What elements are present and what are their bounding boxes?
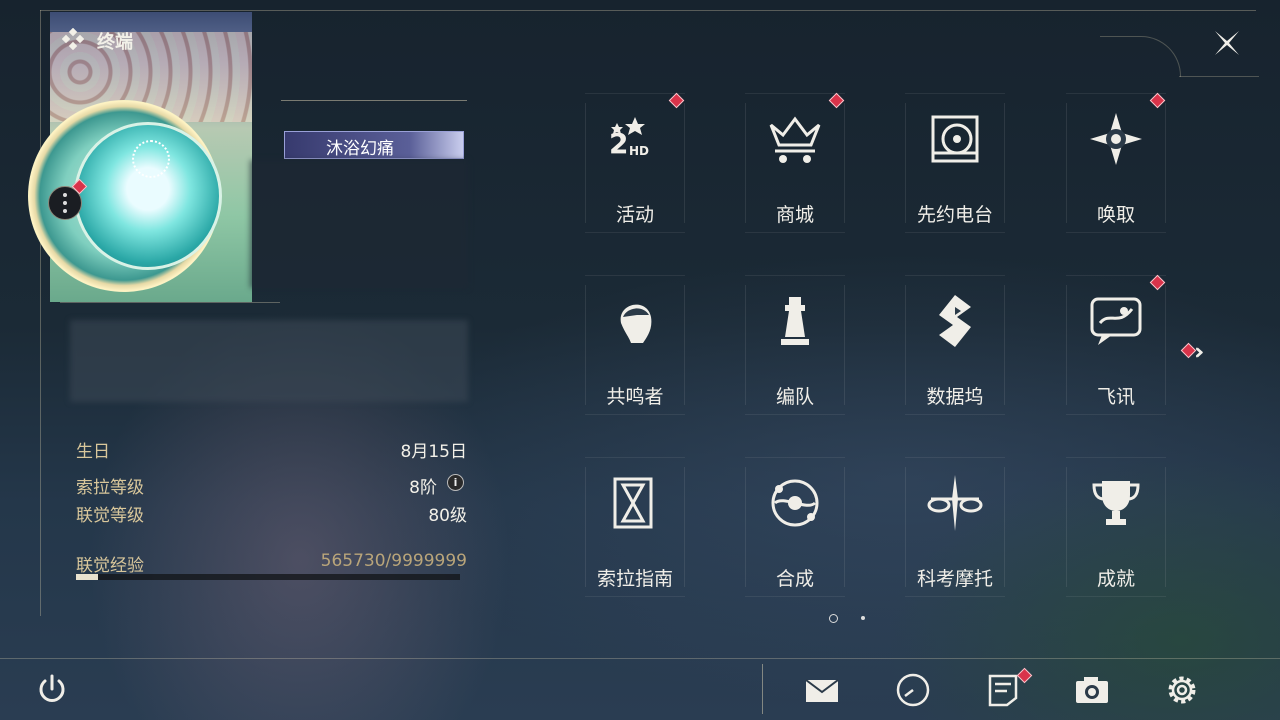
menu-tile-6[interactable]: 数据坞 — [905, 275, 1005, 415]
frame-left-line — [40, 10, 41, 616]
menu-tile-label: 商城 — [775, 204, 814, 226]
menu-tile-label: 索拉指南 — [596, 568, 673, 590]
blurred-area — [250, 160, 468, 288]
menu-tile-label: 唤取 — [1096, 204, 1135, 226]
menu-tile-5[interactable]: 编队 — [745, 275, 845, 415]
profile-divider — [60, 302, 280, 303]
red-dot-badge — [668, 92, 685, 109]
player-name: 沐浴幻痛 — [326, 139, 394, 159]
union-exp-value: 565730/9999999 — [320, 551, 467, 571]
menu-tile-11[interactable]: 成就 — [1066, 457, 1166, 597]
clock-icon[interactable] — [895, 672, 931, 708]
resonator-head-icon — [620, 304, 652, 343]
databank-icon — [939, 295, 971, 347]
frame-top-line — [40, 10, 1256, 11]
trophy-icon — [1092, 481, 1140, 525]
shop-crown-cart-icon — [769, 116, 821, 163]
bottom-divider — [0, 658, 1280, 659]
menu-tile-label: 编队 — [775, 386, 814, 408]
menu-tile-label: 先约电台 — [916, 204, 993, 226]
red-dot-badge — [1149, 274, 1166, 291]
menu-tile-label: 数据坞 — [926, 386, 984, 408]
team-chess-icon — [781, 297, 809, 345]
page-title: 终端 — [97, 32, 133, 53]
camera-icon[interactable] — [1074, 672, 1110, 708]
birthday-value: 8月15日 — [400, 442, 467, 462]
menu-tile-label: 共鸣者 — [606, 386, 664, 408]
menu-tile-9[interactable]: 合成 — [745, 457, 845, 597]
menu-tile-label: 合成 — [775, 568, 814, 590]
sola-level-label: 索拉等级 — [76, 478, 144, 498]
blurred-signature — [70, 320, 468, 402]
union-level-label: 联觉等级 — [76, 506, 144, 526]
menu-tile-1[interactable]: 商城 — [745, 92, 845, 233]
menu-tile-label: 活动 — [615, 204, 654, 226]
pager-dot-1[interactable] — [829, 614, 838, 623]
notice-icon[interactable] — [985, 672, 1021, 708]
union-exp-label: 联觉经验 — [76, 556, 144, 576]
motorbike-icon — [927, 475, 983, 531]
svg-text:HD: HD — [629, 144, 649, 158]
union-level-value: 80级 — [428, 506, 467, 526]
next-page-arrow-icon[interactable]: ››› — [1194, 340, 1206, 365]
frame-curve — [1100, 36, 1181, 77]
birthday-label: 生日 — [76, 442, 110, 462]
close-icon[interactable] — [1212, 28, 1242, 58]
convene-compass-icon — [1090, 113, 1142, 165]
menu-tile-4[interactable]: 共鸣者 — [585, 275, 685, 415]
menu-tile-label: 成就 — [1096, 568, 1135, 590]
menu-tile-2[interactable]: 先约电台 — [905, 93, 1005, 233]
red-dot-badge — [828, 92, 845, 109]
power-icon[interactable] — [34, 672, 70, 708]
menu-tile-10[interactable]: 科考摩托 — [905, 457, 1005, 597]
settings-gear-icon[interactable] — [1164, 672, 1200, 708]
mail-icon[interactable] — [804, 672, 840, 708]
menu-tile-3[interactable]: 唤取 — [1066, 92, 1166, 233]
avatar-sparkle — [132, 140, 170, 178]
menu-tile-8[interactable]: 索拉指南 — [585, 457, 685, 597]
pager-dot-2[interactable] — [861, 616, 865, 620]
menu-tile-label: 科考摩托 — [916, 568, 993, 590]
sola-level-value: 8阶 — [409, 478, 437, 498]
menu-tile-7[interactable]: 飞讯 — [1066, 274, 1166, 415]
synthesis-orbit-icon — [771, 479, 819, 527]
menu-tile-0[interactable]: 2 HD 活动 — [585, 92, 685, 233]
exp-progress-bar — [76, 574, 460, 580]
radio-record-icon — [931, 115, 979, 163]
messenger-chat-icon — [1090, 297, 1142, 345]
info-icon[interactable]: i — [447, 474, 464, 491]
bottom-separator — [762, 664, 763, 714]
guidebook-icon — [613, 477, 653, 529]
menu-tile-label: 飞讯 — [1096, 386, 1135, 408]
terminal-diamond-icon — [62, 28, 84, 50]
exp-progress-fill — [76, 574, 98, 580]
red-dot-badge — [1149, 92, 1166, 109]
frame-right-line — [1179, 76, 1259, 77]
event-2hd-icon: 2 HD — [609, 117, 649, 160]
name-divider — [281, 100, 467, 101]
